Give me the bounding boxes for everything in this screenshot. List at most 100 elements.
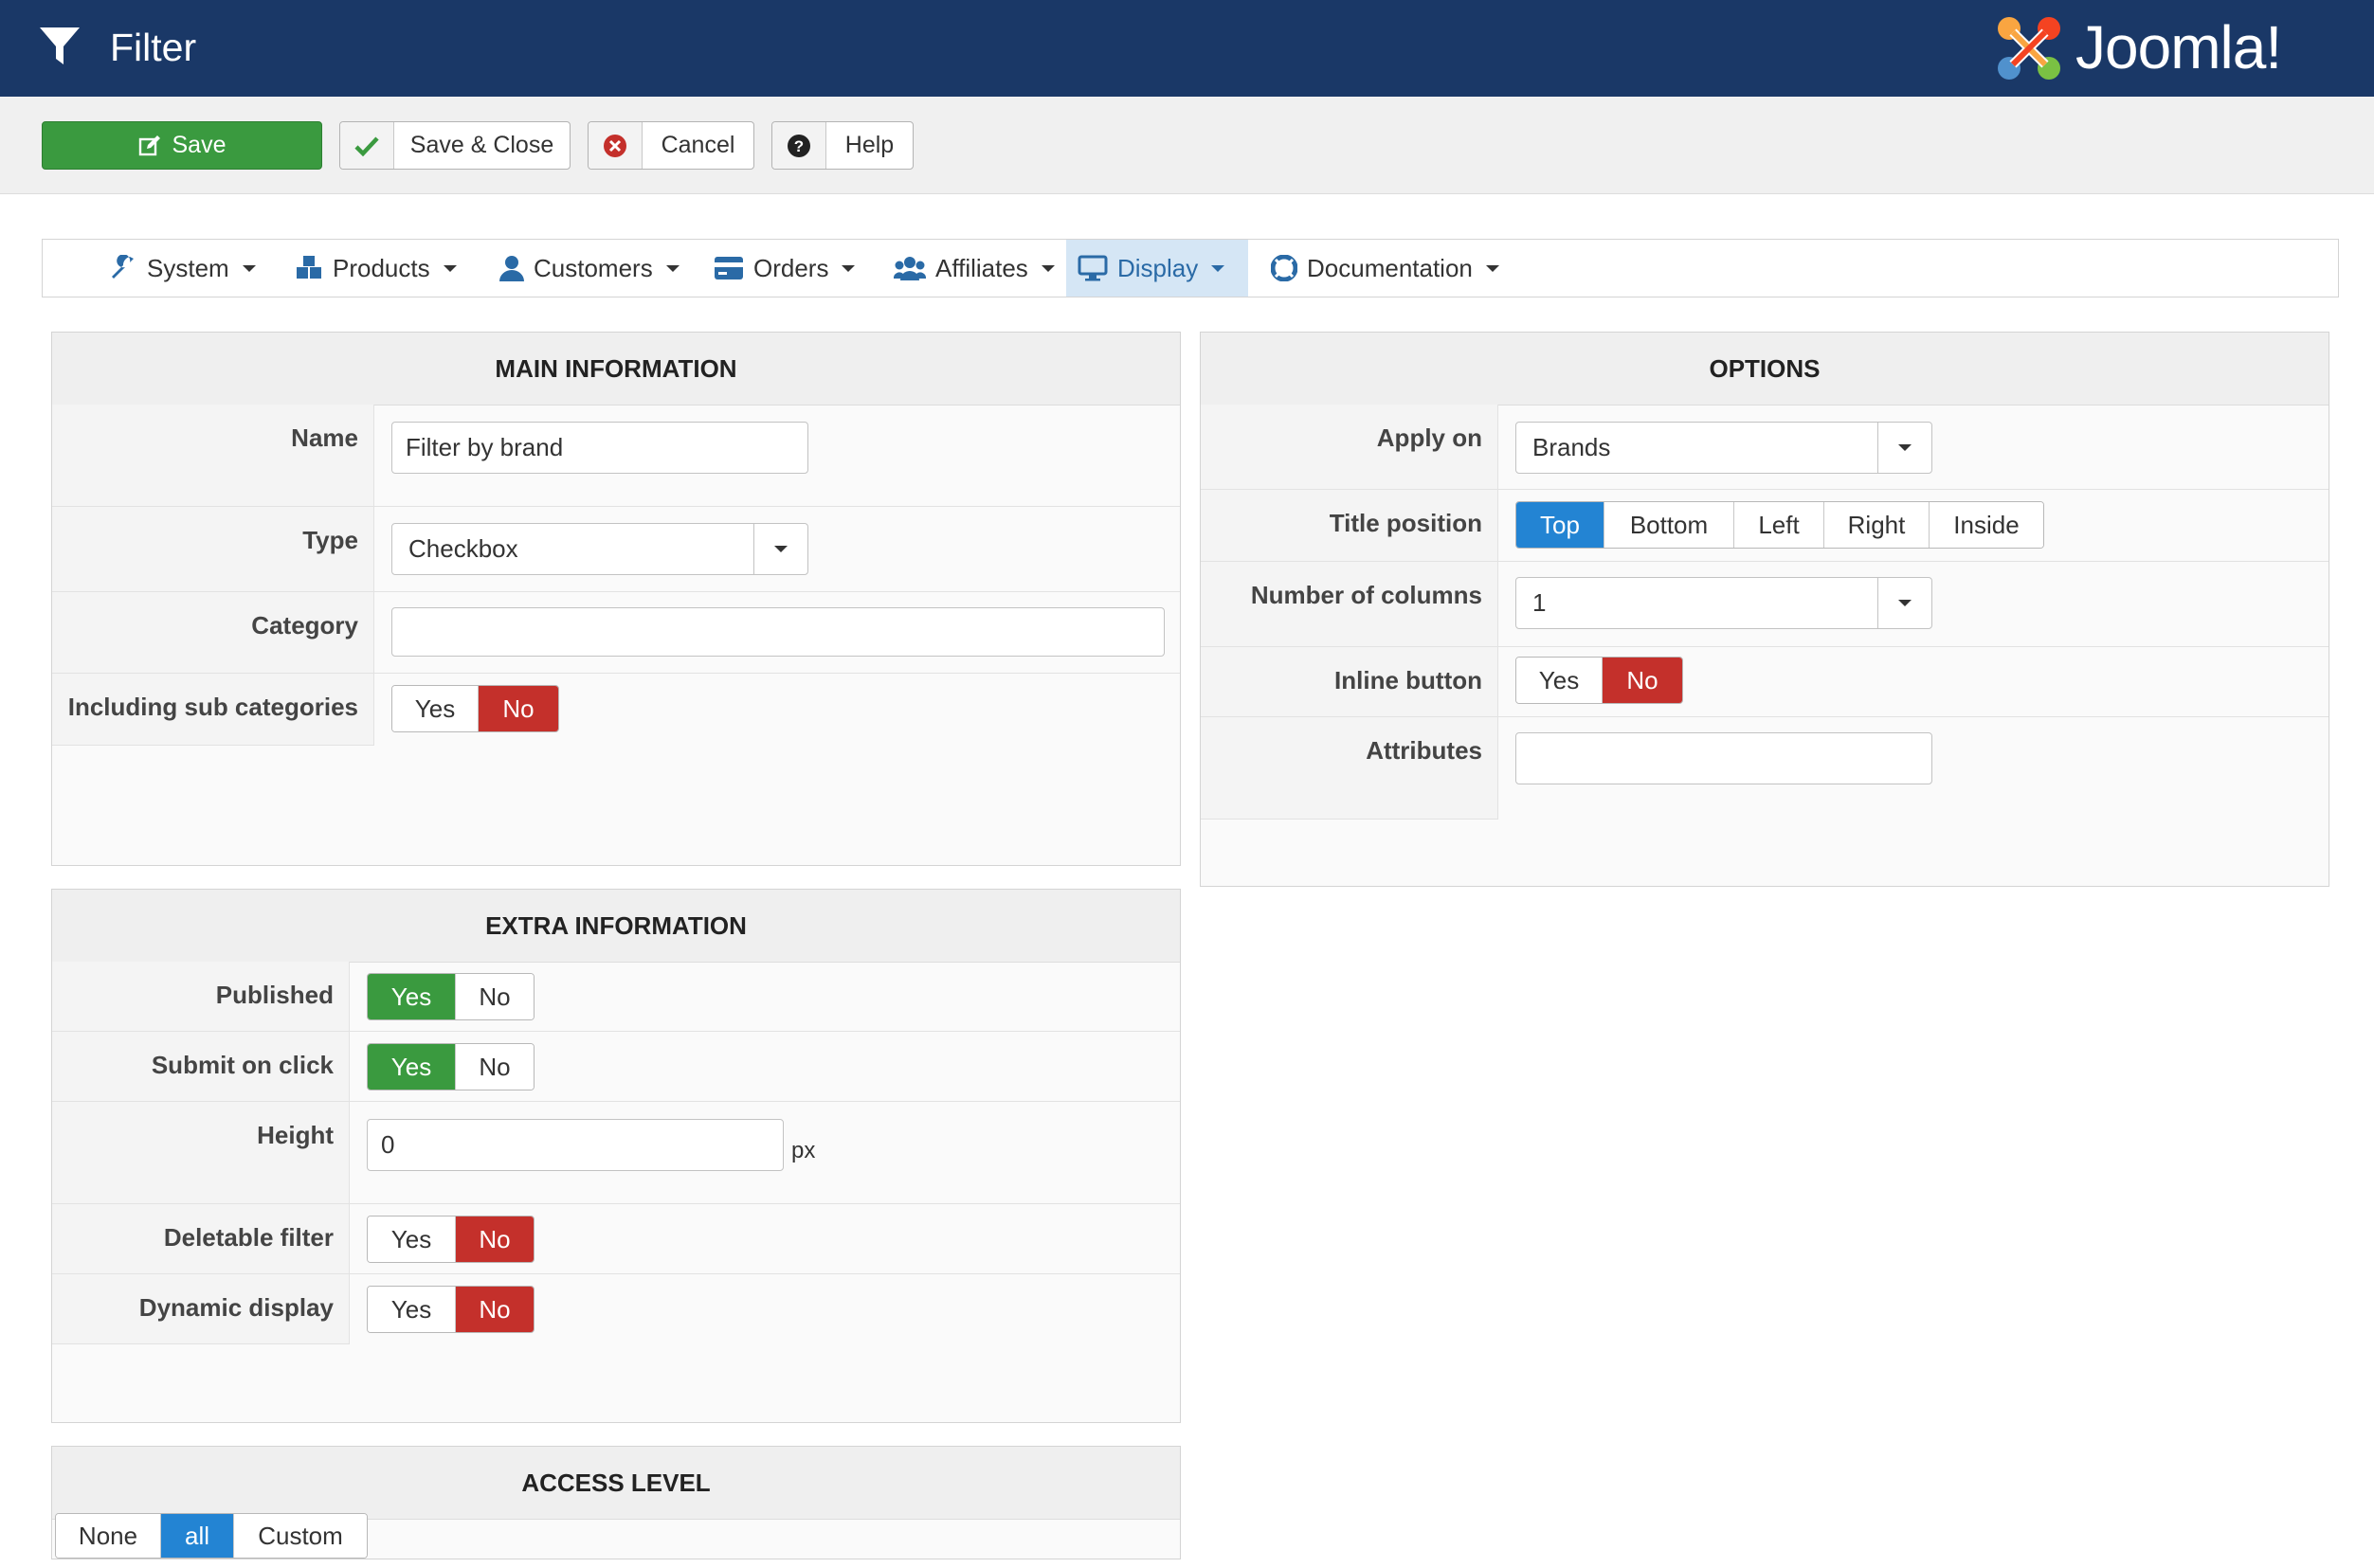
dynamic-yes-button[interactable]: Yes xyxy=(368,1287,456,1332)
deletable-no-button[interactable]: No xyxy=(456,1217,534,1262)
dynamic-display-toggle: Yes No xyxy=(367,1286,535,1333)
options-panel: OPTIONS Apply on Brands Title position T… xyxy=(1200,332,2329,887)
nav-label-display: Display xyxy=(1117,253,1199,282)
sub-categories-toggle: Yes No xyxy=(391,685,559,732)
cancel-label: Cancel xyxy=(661,132,735,158)
main-nav: System Products Customers Orders Affilia… xyxy=(42,239,2339,297)
height-input[interactable]: 0 xyxy=(367,1119,784,1171)
name-label: Name xyxy=(52,405,374,506)
attributes-input[interactable] xyxy=(1515,732,1932,784)
chevron-down-icon xyxy=(1041,264,1055,272)
title-position-left[interactable]: Left xyxy=(1734,502,1824,548)
nav-label-system: System xyxy=(147,253,229,282)
nav-label-affiliates: Affiliates xyxy=(935,253,1028,282)
nav-item-display[interactable]: Display xyxy=(1066,240,1248,297)
nav-label-documentation: Documentation xyxy=(1307,253,1473,282)
joomla-logo-text: Joomla! xyxy=(2075,13,2282,81)
access-level-title: ACCESS LEVEL xyxy=(52,1447,1180,1520)
number-columns-label: Number of columns xyxy=(1201,562,1498,646)
extra-information-title: EXTRA INFORMATION xyxy=(52,890,1180,963)
row-number-columns: Number of columns 1 xyxy=(1201,562,2329,647)
row-category: Category xyxy=(52,592,1180,674)
main-information-panel: MAIN INFORMATION Name Filter by brand Ty… xyxy=(51,332,1181,866)
submit-yes-button[interactable]: Yes xyxy=(368,1044,456,1090)
submit-no-button[interactable]: No xyxy=(456,1044,534,1090)
nav-item-affiliates[interactable]: Affiliates xyxy=(882,240,1066,297)
save-button[interactable]: Save xyxy=(42,121,322,170)
sub-categories-yes-button[interactable]: Yes xyxy=(392,686,479,731)
help-button[interactable]: ? Help xyxy=(771,121,914,170)
monitor-icon xyxy=(1078,255,1108,281)
published-no-button[interactable]: No xyxy=(456,974,534,1019)
nav-item-products[interactable]: Products xyxy=(283,240,468,297)
lifebuoy-icon xyxy=(1271,255,1297,281)
chevron-down-icon xyxy=(1211,264,1225,272)
save-close-button[interactable]: Save & Close xyxy=(339,121,571,170)
attributes-label: Attributes xyxy=(1201,717,1498,820)
dropdown-arrow-icon xyxy=(1877,423,1931,473)
question-icon: ? xyxy=(772,122,826,169)
nav-item-system[interactable]: System xyxy=(100,240,267,297)
row-published: Published Yes No xyxy=(52,962,1180,1032)
category-label: Category xyxy=(52,592,374,673)
inline-button-label: Inline button xyxy=(1201,647,1498,716)
cubes-icon xyxy=(297,256,321,279)
category-input[interactable] xyxy=(391,607,1165,657)
main-information-title: MAIN INFORMATION xyxy=(52,333,1180,406)
sub-categories-no-button[interactable]: No xyxy=(479,686,558,731)
nav-item-customers[interactable]: Customers xyxy=(488,240,691,297)
apply-on-label: Apply on xyxy=(1201,405,1498,489)
title-position-bottom[interactable]: Bottom xyxy=(1604,502,1734,548)
top-header-bar: Filter Joomla! xyxy=(0,0,2374,97)
joomla-logo-icon xyxy=(1998,17,2060,80)
submit-on-click-toggle: Yes No xyxy=(367,1043,535,1090)
name-input[interactable]: Filter by brand xyxy=(391,422,808,474)
credit-card-icon xyxy=(715,257,743,279)
access-level-group: None all Custom xyxy=(55,1513,368,1559)
row-submit-on-click: Submit on click Yes No xyxy=(52,1032,1180,1102)
access-none-button[interactable]: None xyxy=(56,1514,161,1558)
title-position-inside[interactable]: Inside xyxy=(1930,502,2043,548)
submit-on-click-label: Submit on click xyxy=(52,1032,350,1101)
type-select[interactable]: Checkbox xyxy=(391,523,808,575)
inline-button-yes[interactable]: Yes xyxy=(1516,658,1603,703)
user-icon xyxy=(499,256,524,281)
chevron-down-icon xyxy=(665,264,680,272)
row-title-position: Title position Top Bottom Left Right Ins… xyxy=(1201,490,2329,562)
published-yes-button[interactable]: Yes xyxy=(368,974,456,1019)
extra-information-panel: EXTRA INFORMATION Published Yes No Submi… xyxy=(51,889,1181,1423)
nav-label-products: Products xyxy=(333,253,430,282)
title-position-right[interactable]: Right xyxy=(1824,502,1930,548)
height-label: Height xyxy=(52,1102,350,1203)
deletable-filter-toggle: Yes No xyxy=(367,1216,535,1263)
title-position-group: Top Bottom Left Right Inside xyxy=(1515,501,2044,549)
title-position-label: Title position xyxy=(1201,490,1498,561)
cancel-icon xyxy=(589,122,643,169)
row-deletable-filter: Deletable filter Yes No xyxy=(52,1204,1180,1274)
dynamic-no-button[interactable]: No xyxy=(456,1287,534,1332)
access-custom-button[interactable]: Custom xyxy=(234,1514,367,1558)
access-level-panel: ACCESS LEVEL None all Custom xyxy=(51,1446,1181,1559)
row-name: Name Filter by brand xyxy=(52,405,1180,507)
inline-button-no[interactable]: No xyxy=(1603,658,1682,703)
save-close-label: Save & Close xyxy=(409,132,554,158)
svg-text:?: ? xyxy=(794,137,804,155)
chevron-down-icon xyxy=(443,264,457,272)
users-icon xyxy=(894,257,926,280)
cancel-button[interactable]: Cancel xyxy=(588,121,754,170)
deletable-yes-button[interactable]: Yes xyxy=(368,1217,456,1262)
chevron-down-icon xyxy=(1485,264,1499,272)
row-inline-button: Inline button Yes No xyxy=(1201,647,2329,717)
row-sub-categories: Including sub categories Yes No xyxy=(52,674,1180,746)
nav-item-documentation[interactable]: Documentation xyxy=(1259,240,1511,297)
title-position-top[interactable]: Top xyxy=(1516,502,1604,548)
height-unit: px xyxy=(791,1138,816,1163)
apply-on-select[interactable]: Brands xyxy=(1515,422,1932,474)
type-select-value: Checkbox xyxy=(408,534,518,563)
chevron-down-icon xyxy=(242,264,256,272)
number-columns-select[interactable]: 1 xyxy=(1515,577,1932,629)
nav-label-customers: Customers xyxy=(534,253,653,282)
nav-item-orders[interactable]: Orders xyxy=(702,240,866,297)
access-all-button[interactable]: all xyxy=(161,1514,234,1558)
row-type: Type Checkbox xyxy=(52,507,1180,592)
